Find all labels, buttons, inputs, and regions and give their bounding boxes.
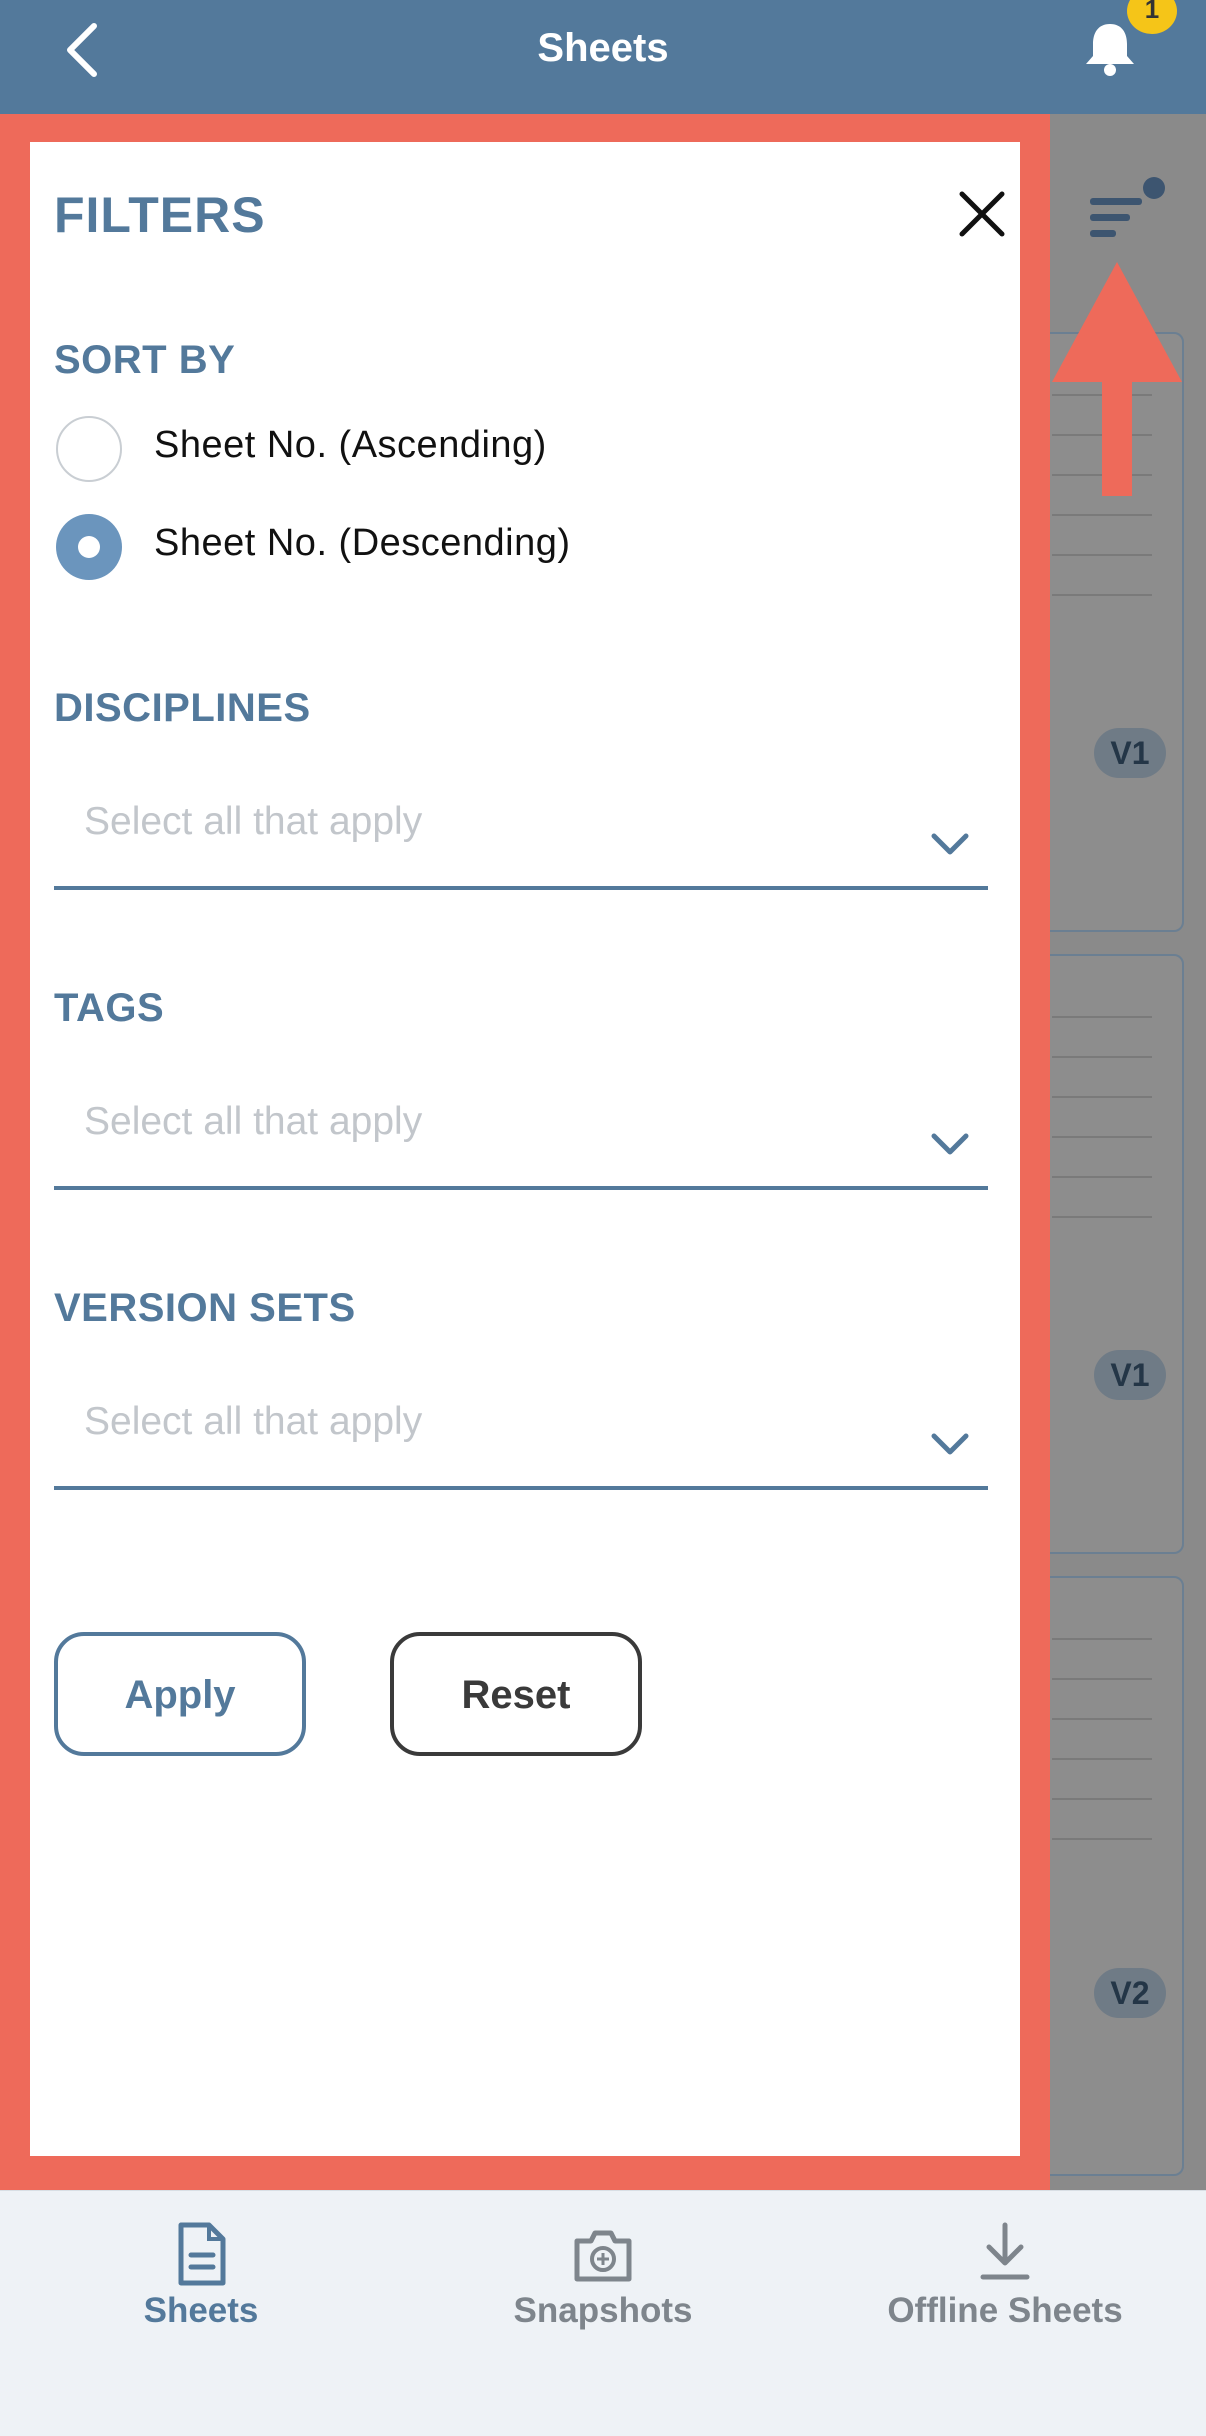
bottom-nav: Sheets Snapshots Offline Sheets bbox=[0, 2190, 1206, 2436]
arrow-up-icon bbox=[1052, 262, 1182, 496]
nav-label: Offline Sheets bbox=[887, 2291, 1123, 2330]
close-icon[interactable] bbox=[954, 186, 1010, 242]
chevron-down-icon bbox=[931, 1133, 969, 1155]
apply-button[interactable]: Apply bbox=[54, 1632, 306, 1756]
filter-sort-icon[interactable] bbox=[1090, 176, 1170, 246]
nav-snapshots[interactable]: Snapshots bbox=[402, 2191, 804, 2436]
select-placeholder: Select all that apply bbox=[84, 800, 423, 843]
download-icon bbox=[980, 2222, 1030, 2280]
tags-select[interactable]: Select all that apply bbox=[54, 1070, 988, 1190]
chevron-down-icon bbox=[931, 1433, 969, 1455]
page-title: Sheets bbox=[537, 26, 669, 70]
filters-panel: FILTERS SORT BY Sheet No. (Ascending) Sh… bbox=[30, 142, 1020, 2156]
filters-title: FILTERS bbox=[54, 187, 266, 243]
select-placeholder: Select all that apply bbox=[84, 1400, 423, 1443]
version-sets-select[interactable]: Select all that apply bbox=[54, 1370, 988, 1490]
radio-label: Sheet No. (Ascending) bbox=[154, 424, 547, 466]
sheet-card[interactable]: V1 bbox=[1040, 954, 1184, 1554]
camera-icon bbox=[574, 2230, 632, 2282]
reset-button[interactable]: Reset bbox=[390, 1632, 642, 1756]
nav-label: Snapshots bbox=[513, 2291, 693, 2330]
version-badge: V1 bbox=[1094, 1350, 1166, 1400]
version-badge: V2 bbox=[1094, 1968, 1166, 2018]
document-icon bbox=[178, 2222, 226, 2286]
nav-label: Sheets bbox=[143, 2291, 259, 2330]
sort-by-label: SORT BY bbox=[54, 338, 236, 382]
tags-label: TAGS bbox=[54, 986, 165, 1030]
nav-sheets[interactable]: Sheets bbox=[0, 2191, 402, 2436]
disciplines-select[interactable]: Select all that apply bbox=[54, 770, 988, 890]
select-placeholder: Select all that apply bbox=[84, 1100, 423, 1143]
sheet-card[interactable]: V2 bbox=[1040, 1576, 1184, 2176]
radio-button-checked[interactable] bbox=[56, 514, 122, 580]
sort-ascending-option[interactable]: Sheet No. (Ascending) bbox=[56, 414, 956, 484]
chevron-down-icon bbox=[931, 833, 969, 855]
version-badge: V1 bbox=[1094, 728, 1166, 778]
radio-button[interactable] bbox=[56, 416, 122, 482]
top-bar: Sheets 1 bbox=[0, 0, 1206, 114]
radio-label: Sheet No. (Descending) bbox=[154, 522, 571, 564]
version-sets-label: VERSION SETS bbox=[54, 1286, 356, 1330]
disciplines-label: DISCIPLINES bbox=[54, 686, 311, 730]
bell-icon[interactable] bbox=[1080, 18, 1140, 78]
nav-offline-sheets[interactable]: Offline Sheets bbox=[804, 2191, 1206, 2436]
sort-descending-option[interactable]: Sheet No. (Descending) bbox=[56, 512, 956, 582]
